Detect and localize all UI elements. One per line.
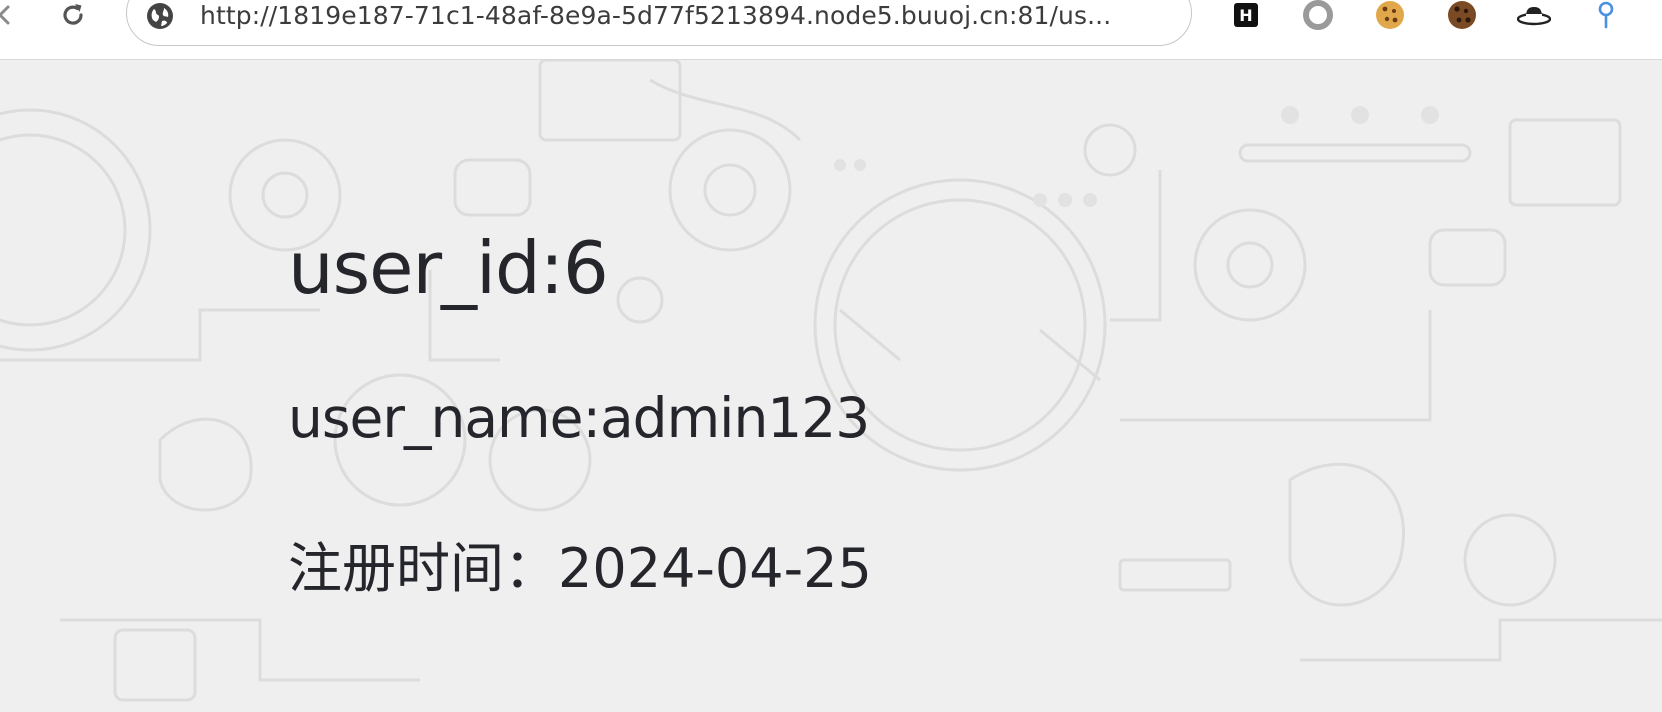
ring-icon[interactable] [1300,0,1336,30]
cookie-icon[interactable] [1372,0,1408,30]
globe-icon[interactable] [145,1,175,31]
hat-icon[interactable] [1516,0,1552,30]
pin-icon[interactable] [1588,0,1624,30]
h-letter-icon[interactable]: H [1228,0,1264,30]
cookie-dark-icon[interactable] [1444,0,1480,30]
page-content: user_id:6 user_name:admin123 注册时间：2024-0… [0,60,1662,712]
reload-icon[interactable] [56,0,90,30]
user-id-text: user_id:6 [288,226,609,310]
address-bar[interactable]: http://1819e187-71c1-48af-8e9a-5d77f5213… [126,0,1192,46]
register-date-text: 注册时间：2024-04-25 [288,537,872,600]
user-name-text: user_name:admin123 [288,386,870,450]
h-letter-text: H [1239,6,1252,25]
url-text[interactable]: http://1819e187-71c1-48af-8e9a-5d77f5213… [200,1,1111,31]
browser-toolbar: http://1819e187-71c1-48af-8e9a-5d77f5213… [0,0,1662,60]
back-arrow-icon[interactable] [0,0,16,30]
